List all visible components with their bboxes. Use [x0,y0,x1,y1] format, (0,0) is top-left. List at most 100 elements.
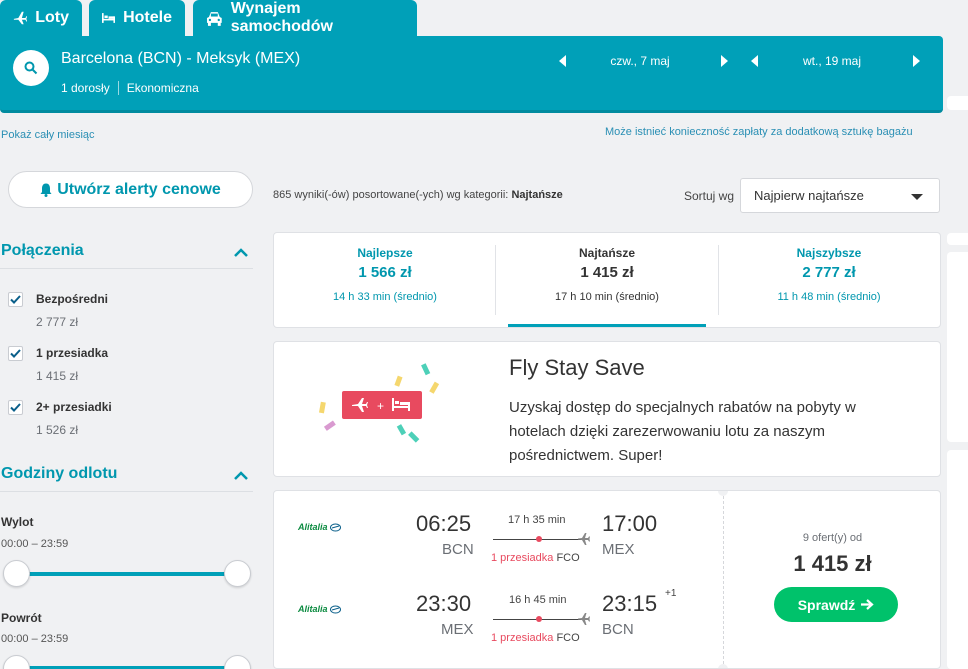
airline-name: Alitalia [298,522,328,532]
divider [0,491,253,492]
departure-time: 06:25 [416,511,472,536]
sort-select[interactable]: Najpierw najtańsze [740,178,940,213]
plane-icon [13,11,28,25]
check-deal-button[interactable]: Sprawdź [774,587,898,622]
leg-duration: 17 h 35 min [508,514,566,526]
ticket-notch [718,664,728,668]
checkbox-one-stop[interactable] [8,346,23,361]
tab-label: Hotele [123,9,172,26]
checkbox-direct[interactable] [8,292,23,307]
offers-count: 9 ofert(y) od [802,532,863,544]
side-panel-edge [947,96,968,110]
arrival-airport: BCN [602,621,634,638]
return-date[interactable]: wt., 19 maj [782,54,882,68]
tab-hotels[interactable]: Hotele [89,0,185,36]
outbound-slider-max-handle[interactable] [224,560,251,587]
sort-tab-cheapest[interactable]: Najtańsze 1 415 zł 17 h 10 min (średnio) [496,233,718,327]
depart-date-prev-button[interactable] [554,53,570,69]
stops-info: 1 przesiadka FCO [491,632,580,644]
stop-dot [536,616,542,622]
search-summary-bar: Barcelona (BCN) - Meksyk (MEX) 1 dorosły… [0,36,943,113]
filter-label: Bezpośredni [36,292,109,306]
baggage-notice-link[interactable]: Może istnieć konieczność zapłaty za doda… [605,126,913,138]
sort-tab-duration: 17 h 10 min (średnio) [555,291,659,303]
airline-emblem-icon [329,523,341,531]
departure-time: 23:30 [416,591,472,616]
search-button[interactable] [13,50,49,86]
flight-result-card[interactable]: Alitalia 06:25 BCN 17 h 35 min 1 przesia… [273,490,941,669]
divider [117,81,119,95]
svg-text:+: + [377,399,384,413]
filter-price: 1 415 zł [36,369,79,383]
sort-label: Sortuj wg [684,189,735,203]
sort-tab-price: 1 566 zł [358,264,412,281]
show-whole-month-link[interactable]: Pokaż cały miesiąc [1,129,95,141]
stopover-airport: FCO [556,632,580,644]
active-tab-indicator [508,324,706,327]
alert-button-label: Utwórz alerty cenowe [57,180,221,198]
chevron-left-icon [558,55,566,67]
plane-icon [578,533,590,545]
caret-down-icon [911,194,923,200]
sort-tab-price: 1 415 zł [580,264,634,281]
sort-tab-duration: 11 h 48 min (średnio) [777,291,881,303]
depart-date-next-button[interactable] [716,53,732,69]
return-date-next-button[interactable] [908,53,924,69]
departure-airport: BCN [442,541,474,558]
chevron-up-icon[interactable] [233,246,249,258]
airline-logo: Alitalia [298,604,341,614]
sort-tab-duration: 14 h 33 min (średnio) [333,291,437,303]
flight-price: 1 415 zł [793,551,872,576]
chevron-left-icon [750,55,758,67]
arrow-right-icon [861,599,874,610]
checkmark-icon [10,295,21,304]
chevron-right-icon [912,55,920,67]
airline-emblem-icon [329,605,341,613]
checkmark-icon [10,403,21,412]
filter-price: 2 777 zł [36,315,79,329]
results-count: 865 wyniki(-ów) posortowane(-ych) wg kat… [273,189,563,201]
sort-tab-fastest[interactable]: Najszybsze 2 777 zł 11 h 48 min (średnio… [718,233,940,327]
price-pane: 9 ofert(y) od 1 415 zł Sprawdź [723,491,940,668]
chevron-right-icon [720,55,728,67]
chevron-up-icon[interactable] [233,469,249,481]
promo-text: Uzyskaj dostęp do specjalnych rabatów na… [509,399,856,464]
stopover-airport: FCO [556,552,580,564]
check-button-label: Sprawdź [797,596,856,613]
outbound-range: 00:00 – 23:59 [1,538,69,550]
traveller-summary[interactable]: 1 dorosły Ekonomiczna [61,81,199,95]
sort-tab-price: 2 777 zł [802,264,856,281]
tab-car-rental[interactable]: Wynajem samochodów [193,0,417,36]
depart-date[interactable]: czw., 7 maj [590,54,690,68]
return-date-prev-button[interactable] [746,53,762,69]
filter-label: 1 przesiadka [36,346,109,360]
tab-flights[interactable]: Loty [0,0,82,36]
tab-label: Loty [35,9,69,26]
outbound-title: Wylot [1,515,34,529]
stops-info: 1 przesiadka FCO [491,552,580,564]
return-slider-min-handle[interactable] [3,655,30,669]
divider [0,268,253,269]
stops-count: 1 przesiadka [491,552,554,564]
bed-icon [102,13,116,23]
sort-tab-best[interactable]: Najlepsze 1 566 zł 14 h 33 min (średnio) [274,233,496,327]
route-summary[interactable]: Barcelona (BCN) - Meksyk (MEX) [61,50,300,68]
return-slider-max-handle[interactable] [224,655,251,669]
return-range: 00:00 – 23:59 [1,633,69,645]
outbound-slider-track[interactable] [16,572,238,576]
day-offset: +1 [665,588,677,599]
results-sort-category: Najtańsze [511,189,563,201]
arrival-time: 23:15 [602,591,658,616]
side-panel-edge [947,233,968,245]
create-price-alert-button[interactable]: Utwórz alerty cenowe [8,171,253,208]
arrival-airport: MEX [602,541,635,558]
checkbox-two-plus-stops[interactable] [8,400,23,415]
car-icon [206,11,222,26]
sort-tab-title: Najtańsze [578,246,636,260]
airline-name: Alitalia [298,604,328,614]
outbound-slider-min-handle[interactable] [3,560,30,587]
search-icon [24,61,38,75]
stops-count: 1 przesiadka [491,632,554,644]
sort-select-value: Najpierw najtańsze [754,188,864,203]
sort-tab-title: Najszybsze [796,246,862,260]
